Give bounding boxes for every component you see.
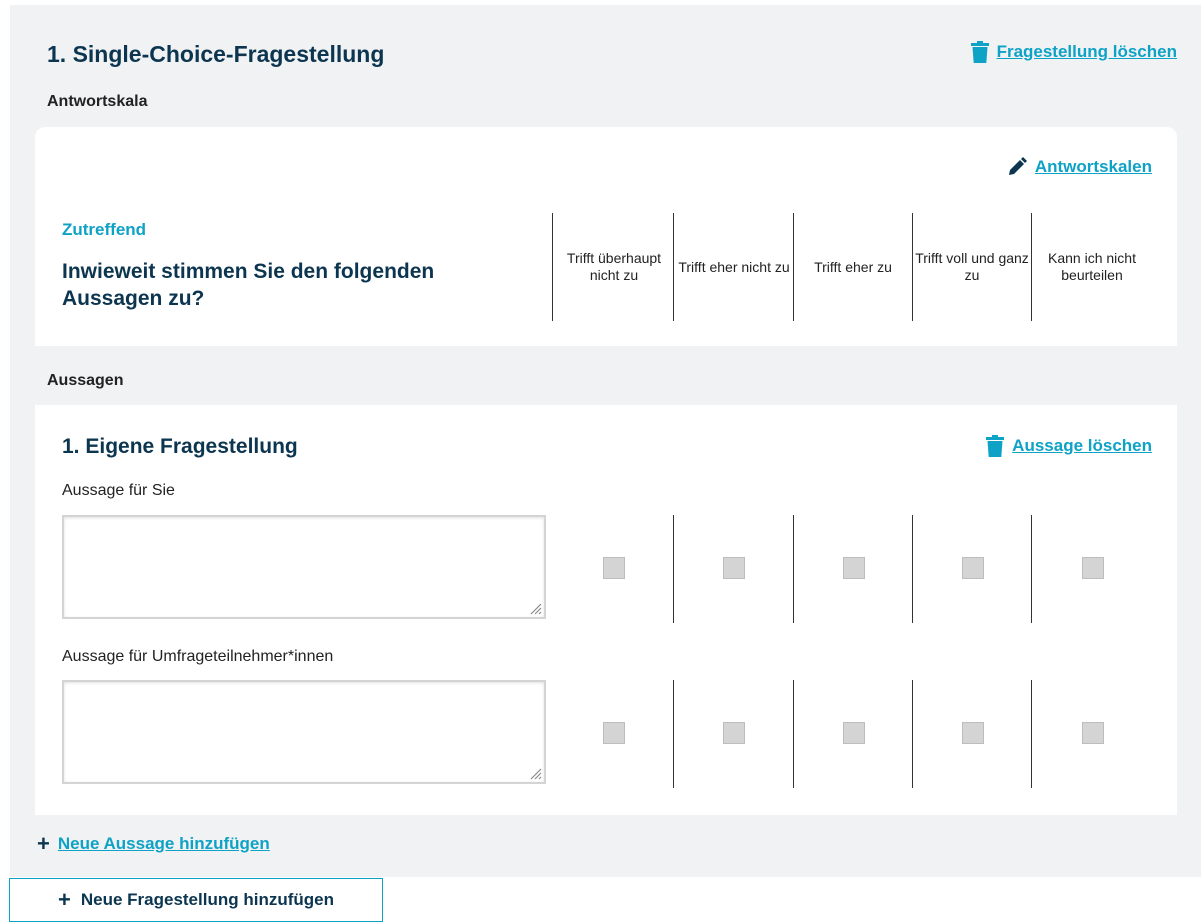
statement-self-label: Aussage für Sie: [62, 482, 175, 499]
column-divider: [673, 213, 674, 321]
statement-card: 1. Eigene Fragestellung Aussage löschen …: [35, 405, 1177, 815]
self-option-checkbox-1[interactable]: [603, 557, 625, 579]
add-question-label: Neue Fragestellung hinzufügen: [80, 890, 334, 909]
participants-option-checkbox-2[interactable]: [723, 722, 745, 744]
self-option-checkbox-5[interactable]: [1082, 557, 1104, 579]
resize-grip-icon[interactable]: [528, 766, 542, 780]
statements-section-label: Aussagen: [47, 372, 124, 389]
column-divider: [912, 680, 913, 788]
column-divider: [912, 515, 913, 623]
column-divider: [1031, 213, 1032, 321]
self-option-checkbox-4[interactable]: [962, 557, 984, 579]
scale-section-label: Antwortskala: [47, 93, 148, 110]
column-divider: [673, 515, 674, 623]
participants-option-checkbox-5[interactable]: [1082, 722, 1104, 744]
add-statement-link[interactable]: + Neue Aussage hinzufügen: [37, 833, 270, 855]
scale-name: Zutreffend: [62, 220, 147, 239]
statement-participants-label: Aussage für Umfrageteilnehmer*innen: [62, 648, 334, 665]
trash-icon: [986, 435, 1005, 457]
resize-grip-icon[interactable]: [528, 601, 542, 615]
delete-question-link[interactable]: Fragestellung löschen: [970, 41, 1177, 63]
statement-participants-textarea[interactable]: [62, 680, 546, 784]
add-question-button[interactable]: + Neue Fragestellung hinzufügen: [9, 878, 383, 922]
question-title: 1. Single-Choice-Fragestellung: [47, 41, 385, 67]
plus-icon: +: [37, 831, 50, 856]
column-divider: [793, 680, 794, 788]
delete-statement-label[interactable]: Aussage löschen: [1012, 436, 1152, 456]
delete-statement-link[interactable]: Aussage löschen: [986, 435, 1152, 457]
edit-scales-label[interactable]: Antwortskalen: [1035, 157, 1152, 177]
edit-scales-link[interactable]: Antwortskalen: [1007, 157, 1152, 177]
trash-icon: [970, 41, 989, 63]
add-statement-label[interactable]: Neue Aussage hinzufügen: [58, 834, 270, 854]
column-divider: [1031, 515, 1032, 623]
scale-option-header: Kann ich nicht beurteilen: [1048, 250, 1136, 283]
participants-option-checkbox-1[interactable]: [603, 722, 625, 744]
delete-question-label[interactable]: Fragestellung löschen: [997, 42, 1177, 62]
scale-option-header: Trifft überhaupt nicht zu: [566, 250, 662, 283]
answer-scale-card: Antwortskalen Zutreffend Inwieweit stimm…: [35, 127, 1177, 346]
self-option-checkbox-2[interactable]: [723, 557, 745, 579]
participants-option-checkbox-3[interactable]: [843, 722, 865, 744]
scale-option-header: Trifft voll und ganz zu: [915, 250, 1029, 283]
participants-option-checkbox-4[interactable]: [962, 722, 984, 744]
scale-question-text: Inwieweit stimmen Sie den folgenden Auss…: [62, 260, 435, 310]
scale-option-header: Trifft eher nicht zu: [678, 258, 790, 275]
column-divider: [673, 680, 674, 788]
column-divider: [552, 213, 553, 321]
plus-icon: +: [58, 887, 71, 912]
question-panel: 1. Single-Choice-Fragestellung Fragestel…: [10, 5, 1201, 877]
statement-self-textarea[interactable]: [62, 515, 546, 619]
column-divider: [1031, 680, 1032, 788]
self-option-checkbox-3[interactable]: [843, 557, 865, 579]
scale-option-header: Trifft eher zu: [814, 258, 892, 275]
column-divider: [793, 515, 794, 623]
pencil-icon: [1008, 157, 1027, 175]
statement-title: 1. Eigene Fragestellung: [62, 435, 298, 458]
